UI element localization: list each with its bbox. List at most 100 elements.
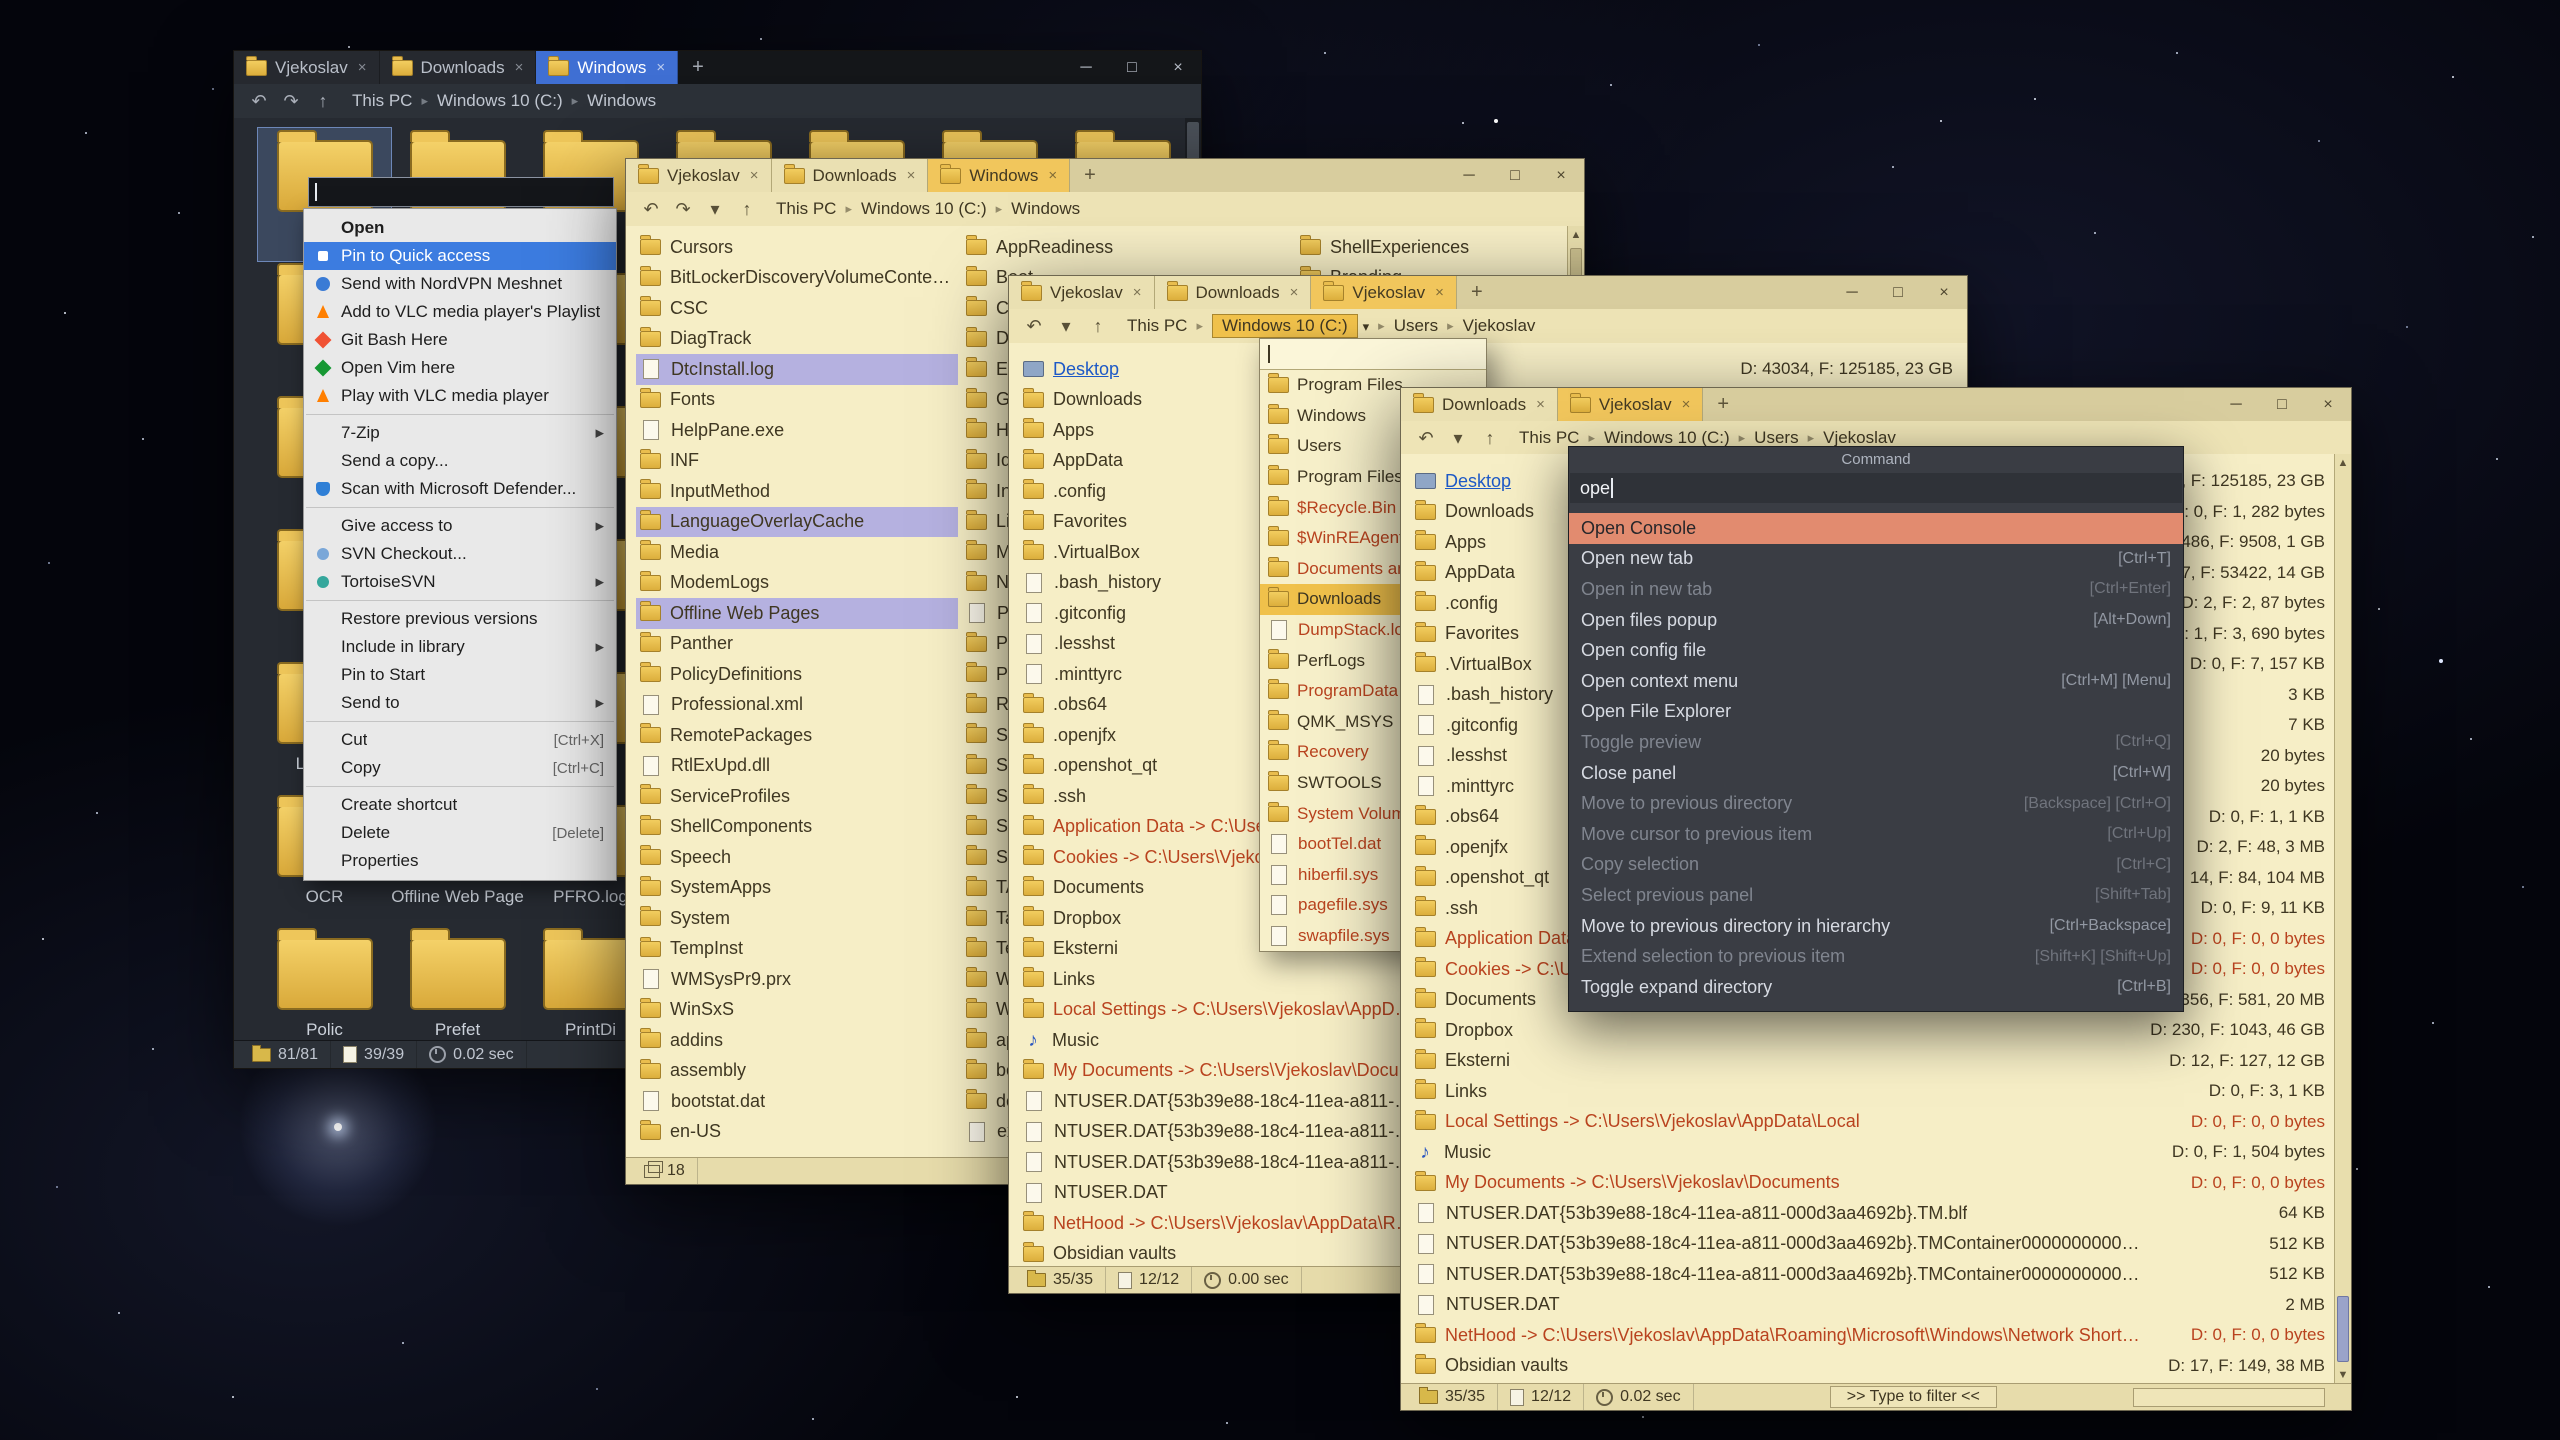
new-tab-button[interactable]: +	[682, 56, 714, 79]
palette-item[interactable]: Open files popup [Alt+Down]	[1569, 605, 2183, 636]
breadcrumb-item[interactable]: Users	[1730, 428, 1799, 448]
context-menu-item[interactable]: Open Vim here	[304, 354, 616, 382]
tab[interactable]: Downloads	[1155, 276, 1312, 309]
palette-item[interactable]: Close panel [Ctrl+W]	[1569, 758, 2183, 789]
maximize-button[interactable]: □	[1109, 59, 1155, 77]
dropdown-filter-input[interactable]	[1260, 339, 1486, 370]
type-to-filter-hint[interactable]: >> Type to filter <<	[1830, 1386, 1997, 1408]
file-row[interactable]: Links D: 0, F: 3, 1 KB	[1401, 1076, 2351, 1107]
tab-close-icon[interactable]	[515, 59, 524, 76]
context-menu-item[interactable]: Properties	[304, 847, 616, 875]
maximize-button[interactable]: □	[2259, 396, 2305, 414]
tab[interactable]: Downloads	[772, 159, 929, 192]
file-row[interactable]: HelpPane.exe	[636, 415, 958, 446]
tab-close-icon[interactable]	[1290, 284, 1299, 301]
up-button[interactable]: ↑	[734, 199, 760, 220]
file-row[interactable]: Eksterni D: 12, F: 127, 12 GB	[1401, 1046, 2351, 1077]
file-row[interactable]: Cursors	[636, 232, 958, 263]
file-row[interactable]: ServiceProfiles	[636, 781, 958, 812]
file-row[interactable]: WMSysPr9.prx	[636, 964, 958, 995]
file-row[interactable]: Professional.xml	[636, 690, 958, 721]
context-menu-item[interactable]: 7-Zip	[304, 419, 616, 447]
tab[interactable]: Vjekoslav	[1009, 276, 1155, 309]
minimize-button[interactable]: ─	[1829, 284, 1875, 302]
file-row[interactable]: AppReadiness	[962, 232, 1292, 263]
context-menu-item[interactable]: Delete [Delete]	[304, 819, 616, 847]
dropdown-button[interactable]: ▾	[1445, 428, 1471, 449]
file-row[interactable]: WinSxS	[636, 995, 958, 1026]
close-button[interactable]: ×	[1538, 167, 1584, 185]
status-filter-input[interactable]	[2133, 1388, 2325, 1407]
up-button[interactable]: ↑	[1085, 316, 1111, 337]
palette-item[interactable]: Move to previous directory in hierarchy …	[1569, 911, 2183, 942]
context-menu-item[interactable]: TortoiseSVN	[304, 568, 616, 596]
palette-item[interactable]: Extend selection to previous item [Shift…	[1569, 941, 2183, 972]
file-row[interactable]: CSC	[636, 293, 958, 324]
file-row[interactable]: PolicyDefinitions	[636, 659, 958, 690]
tab[interactable]: Windows	[536, 51, 678, 84]
file-row[interactable]: SystemApps	[636, 873, 958, 904]
file-row[interactable]: assembly	[636, 1056, 958, 1087]
breadcrumb-item[interactable]: This PC	[1127, 316, 1187, 336]
file-row[interactable]: Fonts	[636, 385, 958, 416]
scrollbar-thumb[interactable]	[2337, 1296, 2349, 1362]
palette-item[interactable]: Toggle expand directory [Ctrl+B]	[1569, 972, 2183, 1003]
context-menu-item[interactable]: Restore previous versions	[304, 605, 616, 633]
tab-close-icon[interactable]	[750, 167, 759, 184]
palette-item[interactable]: Toggle preview [Ctrl+Q]	[1569, 727, 2183, 758]
breadcrumb-item[interactable]: Vjekoslav	[1438, 316, 1535, 336]
file-row[interactable]: DiagTrack	[636, 324, 958, 355]
file-row[interactable]: NTUSER.DAT{53b39e88-18c4-11ea-a811-000d3…	[1401, 1198, 2351, 1229]
tab-close-icon[interactable]	[358, 59, 367, 76]
dropdown-button[interactable]: ▾	[702, 199, 728, 220]
file-row[interactable]: Speech	[636, 842, 958, 873]
breadcrumb-item[interactable]: Windows 10 (C:)	[1579, 428, 1729, 448]
tab-close-icon[interactable]	[1048, 167, 1057, 184]
file-row[interactable]: RemotePackages	[636, 720, 958, 751]
file-row[interactable]: Desktop D: 43034, F: 125185, 23 GB	[1009, 354, 1967, 385]
scroll-down-icon[interactable]	[2335, 1367, 2351, 1383]
tab[interactable]: Vjekoslav	[1311, 276, 1457, 309]
up-button[interactable]: ↑	[1477, 428, 1503, 449]
new-tab-button[interactable]: +	[1461, 281, 1493, 304]
scroll-up-icon[interactable]	[1568, 227, 1584, 243]
new-tab-button[interactable]: +	[1707, 393, 1739, 416]
back-button[interactable]: ↶	[1413, 428, 1439, 449]
breadcrumb-item[interactable]: This PC	[1519, 428, 1579, 448]
palette-item[interactable]: Open context menu [Ctrl+M] [Menu]	[1569, 666, 2183, 697]
file-row[interactable]: Local Settings -> C:\Users\Vjekoslav\App…	[1401, 1107, 2351, 1138]
breadcrumb-item[interactable]: Windows	[987, 199, 1081, 219]
palette-item[interactable]: Move cursor to previous item [Ctrl+Up]	[1569, 819, 2183, 850]
breadcrumb-item[interactable]: This PC	[352, 91, 412, 111]
file-row[interactable]: My Documents -> C:\Users\Vjekoslav\Docum…	[1401, 1168, 2351, 1199]
file-row[interactable]: NTUSER.DAT{53b39e88-18c4-11ea-a811-000d3…	[1401, 1229, 2351, 1260]
context-menu-item[interactable]: Give access to	[304, 512, 616, 540]
palette-item[interactable]: Select previous panel [Shift+Tab]	[1569, 880, 2183, 911]
file-row[interactable]: Obsidian vaults D: 17, F: 149, 38 MB	[1401, 1351, 2351, 1382]
maximize-button[interactable]: □	[1875, 284, 1921, 302]
file-row[interactable]: RtlExUpd.dll	[636, 751, 958, 782]
file-row[interactable]: Panther	[636, 629, 958, 660]
scroll-up-icon[interactable]	[2335, 455, 2351, 471]
context-menu-item[interactable]: Send a copy...	[304, 447, 616, 475]
new-tab-button[interactable]: +	[1074, 164, 1106, 187]
file-row[interactable]: TempInst	[636, 934, 958, 965]
palette-item[interactable]: Copy selection [Ctrl+C]	[1569, 850, 2183, 881]
breadcrumb-item[interactable]: Windows 10 (C:)	[1187, 314, 1369, 338]
tab[interactable]: Vjekoslav	[234, 51, 380, 84]
tab[interactable]: Windows	[928, 159, 1070, 192]
context-menu-item[interactable]: Send with NordVPN Meshnet	[304, 270, 616, 298]
context-menu-item[interactable]: Send to	[304, 689, 616, 717]
context-menu-item[interactable]: Open	[304, 214, 616, 242]
file-row[interactable]: ShellExperiences	[1296, 232, 1562, 263]
close-button[interactable]: ×	[2305, 396, 2351, 414]
file-row[interactable]: BitLockerDiscoveryVolumeContents	[636, 263, 958, 294]
context-menu-item[interactable]: Play with VLC media player	[304, 382, 616, 410]
file-row[interactable]: bootstat.dat	[636, 1086, 958, 1117]
file-row[interactable]: addins	[636, 1025, 958, 1056]
context-menu-item[interactable]: Create shortcut	[304, 791, 616, 819]
breadcrumb-item[interactable]: Users	[1369, 316, 1438, 336]
palette-item[interactable]: Move to previous directory [Backspace] […	[1569, 788, 2183, 819]
close-button[interactable]: ×	[1921, 284, 1967, 302]
tab-close-icon[interactable]	[1682, 396, 1691, 413]
